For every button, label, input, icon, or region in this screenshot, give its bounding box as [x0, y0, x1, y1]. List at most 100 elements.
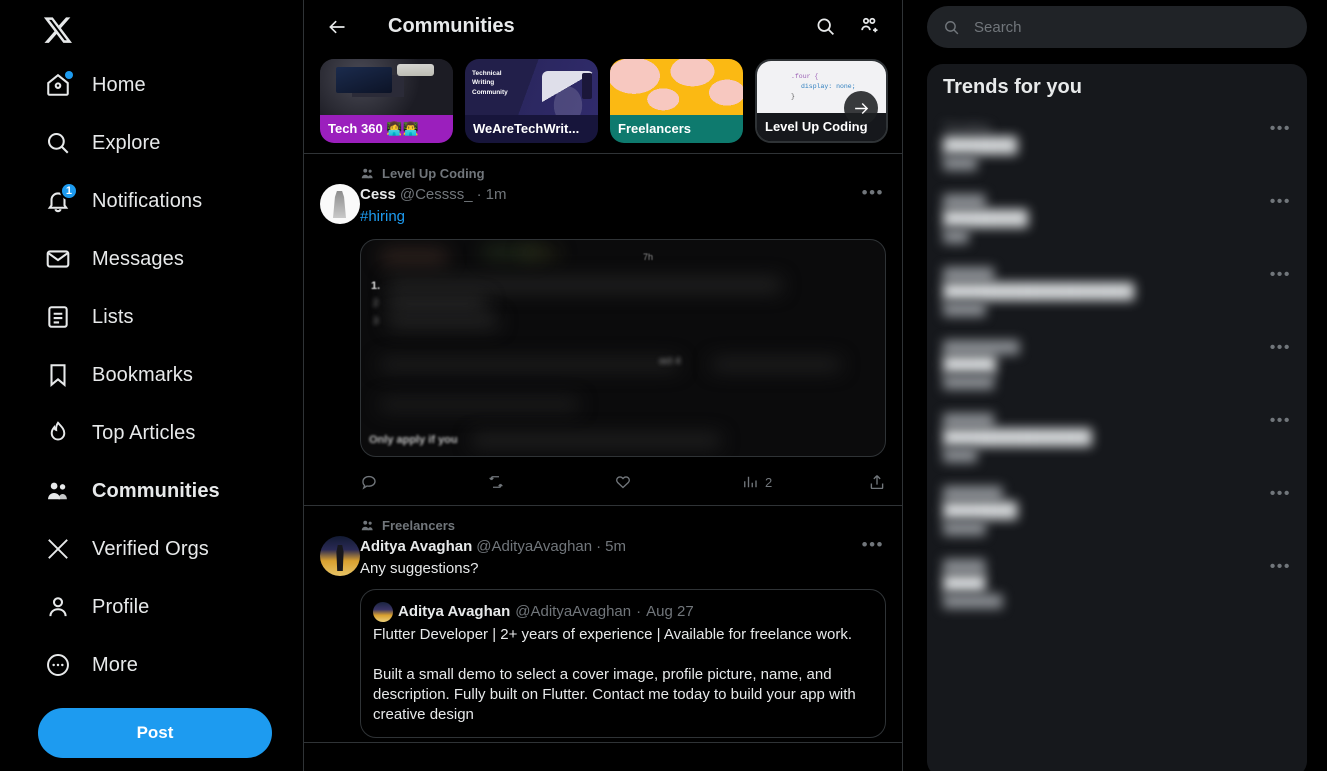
heart-icon: [616, 476, 630, 489]
x-logo[interactable]: [36, 4, 72, 56]
post-more-button[interactable]: •••: [862, 536, 884, 553]
trend-count: ​███: [943, 229, 969, 243]
trend-name: ​████: [943, 575, 986, 592]
repost-icon: [489, 476, 503, 488]
arrow-right-icon: [854, 102, 868, 114]
trend-name: ​███████: [943, 502, 1018, 519]
post-display-name[interactable]: Aditya Avaghan: [360, 537, 472, 557]
hashtag-link[interactable]: #hiring: [360, 208, 405, 225]
sidebar-item-communities[interactable]: Communities: [36, 462, 232, 520]
trend-name: ​██████████████████: [943, 283, 1135, 300]
post-media-blurred[interactable]: 7h 1. 2 3 oct 4 Only apply if you: [360, 239, 886, 457]
post-handle[interactable]: @Cessss_: [400, 185, 473, 205]
feed-header: Communities: [304, 0, 902, 53]
sidebar-item-verified-orgs[interactable]: Verified Orgs: [36, 520, 221, 578]
post-item[interactable]: Level Up Coding Cess @Cessss_ · 1m #hiri…: [304, 154, 902, 506]
create-community-button[interactable]: [852, 10, 886, 44]
trend-more-button[interactable]: •••: [1270, 486, 1291, 502]
sidebar-item-label: Notifications: [92, 189, 203, 212]
right-sidebar: Trends for you Trending ​███████ ​████ •…: [903, 0, 1327, 771]
post-avatar-column: [320, 514, 360, 742]
left-sidebar: Home Explore 1 Notifications Messages Li…: [0, 0, 303, 771]
post-community-label[interactable]: Level Up Coding: [360, 162, 886, 184]
like-button[interactable]: [614, 473, 741, 491]
back-button[interactable]: [320, 10, 354, 44]
community-card-name: Freelancers: [610, 115, 743, 143]
repost-button[interactable]: [487, 473, 614, 491]
sidebar-item-bookmarks[interactable]: Bookmarks: [36, 346, 205, 404]
trend-more-button[interactable]: •••: [1270, 121, 1291, 137]
quoted-timestamp: Aug 27: [646, 603, 694, 620]
quoted-separator: ·: [636, 603, 642, 620]
post-community-label[interactable]: Freelancers: [360, 514, 886, 536]
post-body: Freelancers Aditya Avaghan @AdityaAvagha…: [360, 514, 886, 742]
sidebar-item-profile[interactable]: Profile: [36, 578, 161, 636]
trend-more-button[interactable]: •••: [1270, 413, 1291, 429]
views-count: 2: [765, 474, 773, 490]
writing-illustration: [542, 71, 594, 115]
code-line-2: display: none;: [801, 83, 856, 90]
community-banner-caption: Technical Writing Community: [472, 70, 508, 96]
sidebar-item-messages[interactable]: Messages: [36, 230, 196, 288]
sidebar-item-lists[interactable]: Lists: [36, 288, 146, 346]
trend-item[interactable]: ​██████ ​██████████████████ ​█████ •••: [927, 255, 1307, 328]
reply-button[interactable]: [360, 473, 487, 491]
trend-category: ​███████: [943, 486, 1003, 500]
sidebar-item-notifications[interactable]: 1 Notifications: [36, 172, 214, 230]
carousel-next-button[interactable]: [844, 91, 878, 125]
search-bar[interactable]: [927, 6, 1307, 48]
post-timestamp: 5m: [605, 538, 626, 555]
post-body: Level Up Coding Cess @Cessss_ · 1m #hiri…: [360, 162, 886, 505]
share-button[interactable]: [868, 473, 886, 491]
trend-count: ​█████: [943, 521, 986, 535]
views-button[interactable]: 2: [741, 473, 868, 491]
post-item[interactable]: Freelancers Aditya Avaghan @AdityaAvagha…: [304, 506, 902, 743]
trend-item[interactable]: ​██████ ​██████████████ ​████ •••: [927, 401, 1307, 474]
sidebar-item-label: Verified Orgs: [92, 537, 209, 560]
trend-name: ​██████████████: [943, 429, 1092, 446]
avatar[interactable]: [320, 184, 360, 224]
arrow-left-icon: [329, 20, 345, 33]
post-button[interactable]: Post: [38, 708, 272, 758]
post-handle[interactable]: @AdityaAvaghan: [476, 537, 592, 557]
trend-count: ​██████: [943, 375, 995, 389]
communities-carousel[interactable]: Tech 360 👩‍💻👨‍💻 Technical Writing Communit…: [304, 53, 902, 154]
header-search-button[interactable]: [808, 10, 842, 44]
trend-more-button[interactable]: •••: [1270, 340, 1291, 356]
trend-item[interactable]: Trending ​███████ ​████ •••: [927, 109, 1307, 182]
community-card-name: WeAreTechWrit...: [465, 115, 598, 143]
trend-category: ​█████████: [943, 340, 1020, 354]
post-more-button[interactable]: •••: [862, 184, 884, 201]
trend-item[interactable]: ​███████ ​███████ ​█████ •••: [927, 474, 1307, 547]
post-text: #hiring: [360, 205, 886, 227]
post-display-name[interactable]: Cess: [360, 185, 396, 205]
trend-item[interactable]: ​█████ ​████ ​███████ •••: [927, 547, 1307, 620]
post-community-name: Level Up Coding: [382, 165, 485, 181]
trend-more-button[interactable]: •••: [1270, 267, 1291, 283]
quoted-post[interactable]: Aditya Avaghan @AdityaAvaghan · Aug 27 F…: [360, 589, 886, 738]
post-author-line: Aditya Avaghan @AdityaAvaghan · 5m: [360, 536, 886, 557]
trend-count: ​████: [943, 156, 978, 170]
post-text: Any suggestions?: [360, 560, 479, 577]
sidebar-item-label: Profile: [92, 595, 150, 618]
trend-more-button[interactable]: •••: [1270, 194, 1291, 210]
trend-item[interactable]: ​█████████ ​█████ ​██████ •••: [927, 328, 1307, 401]
sidebar-item-more[interactable]: More: [36, 636, 150, 694]
community-card[interactable]: Technical Writing Community WeAreTechWrit.…: [465, 59, 598, 143]
add-people-icon: [860, 17, 877, 33]
trend-item[interactable]: ​█████ ​████████ ​███ •••: [927, 182, 1307, 255]
trend-more-button[interactable]: •••: [1270, 559, 1291, 575]
post-author-line: Cess @Cessss_ · 1m: [360, 184, 886, 205]
community-card[interactable]: Tech 360 👩‍💻👨‍💻: [320, 59, 453, 143]
flame-icon: [44, 419, 72, 447]
sidebar-item-explore[interactable]: Explore: [36, 114, 173, 172]
bell-icon: 1: [44, 182, 78, 215]
trend-count: ​████: [943, 448, 978, 462]
avatar[interactable]: [320, 536, 360, 576]
code-line-1: .four {: [791, 73, 819, 80]
search-input[interactable]: [974, 18, 1291, 36]
sidebar-item-top-articles[interactable]: Top Articles: [36, 404, 207, 462]
trend-category: ​█████: [943, 559, 986, 573]
community-card[interactable]: Freelancers: [610, 59, 743, 143]
sidebar-item-home[interactable]: Home: [36, 56, 158, 114]
